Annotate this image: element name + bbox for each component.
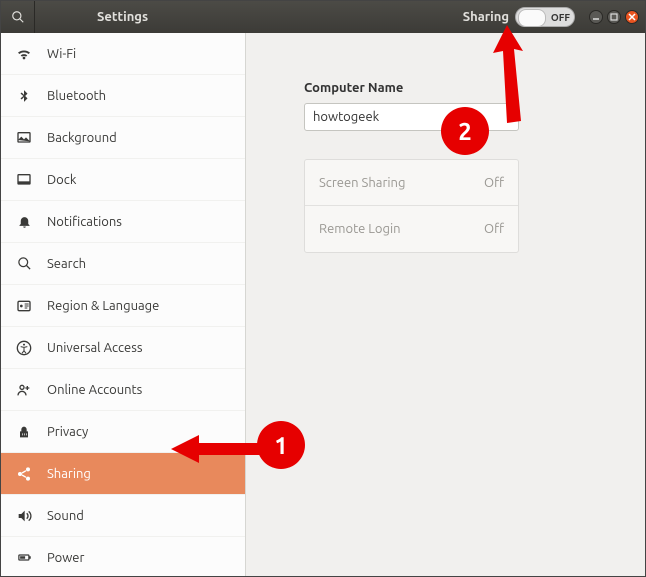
close-icon	[628, 13, 636, 21]
option-label: Screen Sharing	[319, 176, 405, 190]
sharing-options-list: Screen Sharing Off Remote Login Off	[304, 159, 519, 253]
sidebar-item-label: Sharing	[47, 467, 91, 481]
sidebar-item-background[interactable]: Background	[1, 117, 245, 159]
computer-name-label: Computer Name	[304, 81, 587, 95]
bluetooth-icon	[15, 87, 33, 105]
maximize-button[interactable]	[607, 10, 621, 24]
sidebar-item-label: Sound	[47, 509, 84, 523]
sidebar-item-label: Online Accounts	[47, 383, 142, 397]
sharing-option-screen-sharing[interactable]: Screen Sharing Off	[305, 160, 518, 206]
sidebar-item-label: Power	[47, 551, 84, 565]
sidebar-item-online-accounts[interactable]: Online Accounts	[1, 369, 245, 411]
sidebar-item-notifications[interactable]: Notifications	[1, 201, 245, 243]
sidebar-item-dock[interactable]: Dock	[1, 159, 245, 201]
power-icon	[15, 549, 33, 567]
sidebar-item-label: Notifications	[47, 215, 122, 229]
sidebar-item-label: Dock	[47, 173, 76, 187]
option-label: Remote Login	[319, 222, 401, 236]
notifications-icon	[15, 213, 33, 231]
sidebar-item-label: Search	[47, 257, 86, 271]
sharing-master-toggle[interactable]: OFF	[515, 7, 575, 27]
sidebar-item-search[interactable]: Search	[1, 243, 245, 285]
sidebar: Wi-Fi Bluetooth Background Dock Notification…	[1, 33, 246, 576]
option-state: Off	[484, 176, 504, 190]
universal-access-icon	[15, 339, 33, 357]
option-state: Off	[484, 222, 504, 236]
minimize-icon	[592, 13, 600, 21]
titlebar: Settings Sharing OFF	[1, 1, 645, 33]
main-panel: Computer Name Screen SharingOffRemote Lo…	[246, 33, 645, 576]
sharing-icon	[15, 465, 33, 483]
search-icon	[11, 10, 25, 24]
titlebar-section-label: Sharing	[463, 10, 509, 24]
sidebar-item-label: Universal Access	[47, 341, 142, 355]
close-button[interactable]	[625, 10, 639, 24]
dock-icon	[15, 171, 33, 189]
privacy-icon	[15, 423, 33, 441]
sound-icon	[15, 507, 33, 525]
region-language-icon	[15, 297, 33, 315]
wifi-icon	[15, 45, 33, 63]
sidebar-item-label: Wi-Fi	[47, 47, 76, 61]
toggle-state-label: OFF	[551, 12, 570, 23]
search-icon	[15, 255, 33, 273]
settings-window: Settings Sharing OFF Wi-Fi Bluetooth Backg…	[0, 0, 646, 577]
online-accounts-icon	[15, 381, 33, 399]
sidebar-item-privacy[interactable]: Privacy	[1, 411, 245, 453]
sidebar-item-label: Privacy	[47, 425, 88, 439]
sidebar-item-region-language[interactable]: Region & Language	[1, 285, 245, 327]
minimize-button[interactable]	[589, 10, 603, 24]
sidebar-item-universal-access[interactable]: Universal Access	[1, 327, 245, 369]
sidebar-item-bluetooth[interactable]: Bluetooth	[1, 75, 245, 117]
sidebar-item-wi-fi[interactable]: Wi-Fi	[1, 33, 245, 75]
content-area: Wi-Fi Bluetooth Background Dock Notification…	[1, 33, 645, 576]
titlebar-title: Settings	[35, 10, 245, 24]
sidebar-item-label: Background	[47, 131, 117, 145]
sidebar-item-sharing[interactable]: Sharing	[1, 453, 245, 495]
sidebar-item-label: Bluetooth	[47, 89, 106, 103]
background-icon	[15, 129, 33, 147]
window-controls	[589, 10, 639, 24]
sidebar-item-power[interactable]: Power	[1, 537, 245, 576]
maximize-icon	[610, 13, 618, 21]
computer-name-input[interactable]	[304, 103, 519, 131]
sidebar-item-label: Region & Language	[47, 299, 159, 313]
titlebar-search-button[interactable]	[1, 1, 35, 33]
sidebar-item-sound[interactable]: Sound	[1, 495, 245, 537]
sharing-option-remote-login[interactable]: Remote Login Off	[305, 206, 518, 252]
